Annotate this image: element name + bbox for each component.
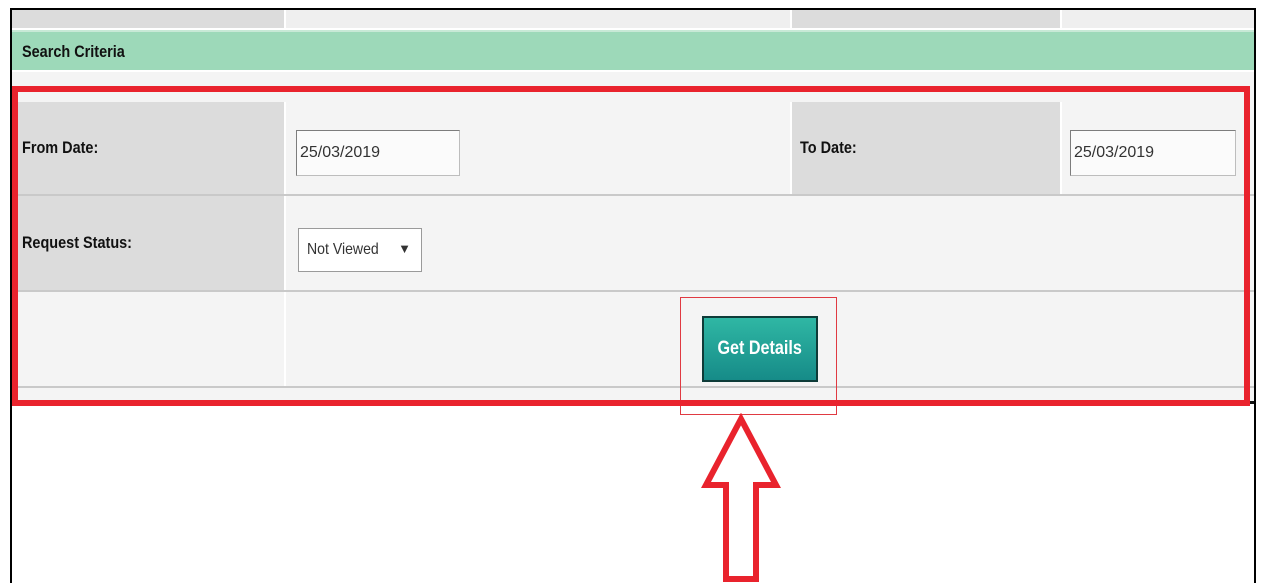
request-status-select[interactable]: Not Viewed ▼ <box>298 228 422 272</box>
get-details-label: Get Details <box>717 338 803 359</box>
up-arrow-icon <box>701 413 781 582</box>
request-status-label: Request Status: <box>22 233 133 252</box>
from-date-input[interactable] <box>296 130 460 176</box>
request-status-row: Request Status: Not Viewed ▼ <box>12 196 1254 292</box>
date-range-row: From Date: To Date: <box>12 102 1254 196</box>
to-date-label: To Date: <box>800 138 857 157</box>
divider-line <box>12 401 1254 404</box>
page-frame: Search Criteria From Date: To Date: Requ… <box>10 8 1256 583</box>
to-date-input[interactable] <box>1070 130 1236 176</box>
search-criteria-panel: From Date: To Date: Request Status: Not … <box>12 72 1254 415</box>
request-status-value: Not Viewed <box>307 241 379 258</box>
actions-row: Get Details <box>12 292 1254 415</box>
section-title: Search Criteria <box>22 42 125 61</box>
chevron-down-icon: ▼ <box>398 241 411 256</box>
top-table-strip <box>12 10 1254 28</box>
get-details-button[interactable]: Get Details <box>702 316 818 382</box>
search-criteria-header: Search Criteria <box>12 30 1254 70</box>
from-date-label: From Date: <box>22 138 99 157</box>
